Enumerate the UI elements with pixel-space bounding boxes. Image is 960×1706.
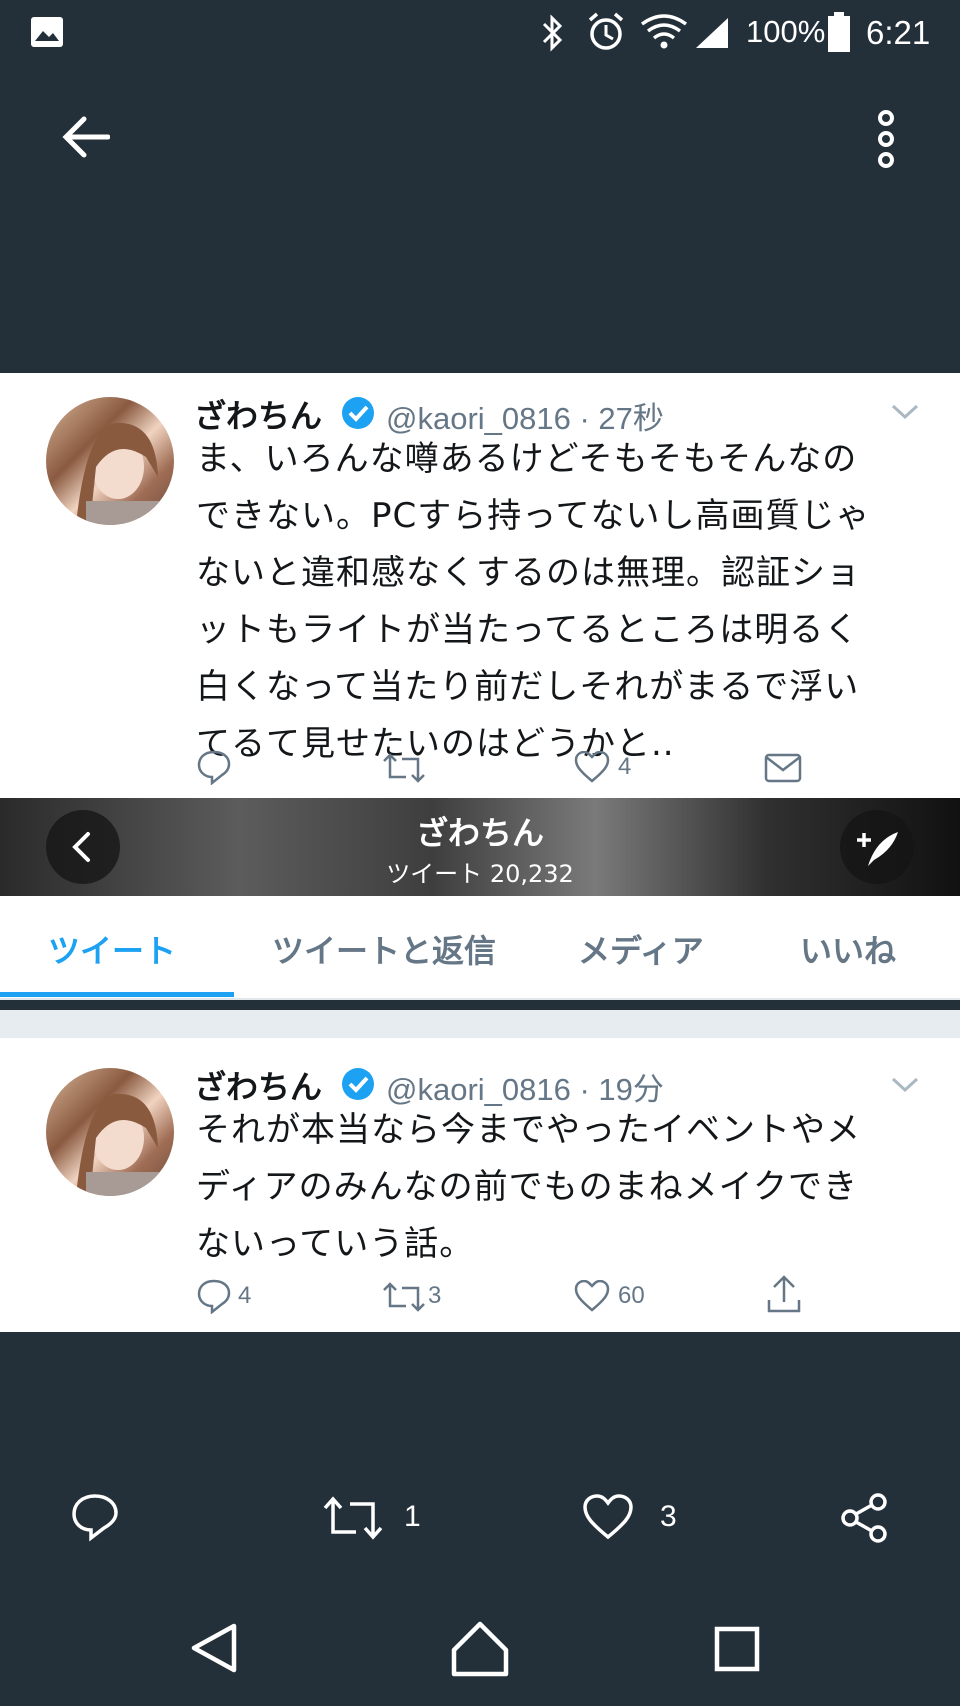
chevron-down-icon[interactable]	[890, 1076, 920, 1094]
bluetooth-icon	[540, 14, 566, 52]
like-icon[interactable]	[574, 1280, 610, 1312]
timeline-separator	[0, 1010, 960, 1038]
more-options-icon[interactable]	[873, 110, 899, 168]
avatar[interactable]	[46, 397, 174, 525]
tab-media[interactable]: メディア	[578, 926, 704, 972]
bottom-share-icon[interactable]	[838, 1492, 890, 1544]
bottom-retweet-icon[interactable]	[322, 1496, 384, 1540]
retweet-icon[interactable]	[382, 753, 426, 783]
battery-percent: 100%	[746, 14, 826, 49]
bottom-like-count: 3	[660, 1500, 677, 1533]
alarm-icon	[586, 12, 626, 52]
tweet-text: それが本当なら今までやったイベントやメ ディアのみんなの前でものまねメイクでき …	[196, 1102, 936, 1273]
tweet-card-2[interactable]: ざわちん @kaori_0816 · 19分 それが本当なら今までやったイベント…	[0, 1038, 960, 1332]
like-icon[interactable]	[574, 751, 610, 783]
reply-icon[interactable]	[196, 749, 232, 785]
battery-icon	[826, 12, 852, 52]
share-icon[interactable]	[766, 1274, 802, 1314]
nav-recents-button[interactable]	[714, 1626, 760, 1672]
retweet-count: 3	[428, 1282, 442, 1309]
tweet-line: ディアのみんなの前でものまねメイクでき	[196, 1167, 858, 1207]
clock: 6:21	[866, 14, 931, 51]
avatar[interactable]	[46, 1068, 174, 1196]
profile-tabs: ツイート ツイートと返信 メディア いいね	[0, 896, 960, 1000]
bottom-reply-icon[interactable]	[70, 1492, 120, 1542]
profile-header: ざわちん ツイート 20,232	[0, 798, 960, 896]
tweet-line: ないと違和感なくするのは無理。認証ショ	[196, 553, 861, 593]
signal-icon	[694, 16, 730, 50]
wifi-icon	[640, 14, 688, 50]
profile-name: ざわちん	[415, 814, 544, 852]
like-count: 4	[618, 753, 632, 780]
tweet-line: ットもライトが当たってるところは明るく	[196, 610, 860, 650]
chevron-down-icon[interactable]	[890, 403, 920, 421]
tweet-line: 白くなって当たり前だしそれがまるで浮い	[196, 667, 860, 707]
bottom-retweet-count: 1	[404, 1500, 421, 1533]
reply-count: 4	[238, 1282, 252, 1309]
tab-tweets-and-replies[interactable]: ツイートと返信	[272, 926, 496, 972]
profile-tweet-count: ツイート 20,232	[386, 860, 574, 888]
tweet-line: ま、いろんな噂あるけどそもそもそんなの	[196, 439, 858, 479]
tweet-line: できない。PCすら持ってないし高画質じゃ	[196, 496, 871, 536]
back-arrow-button[interactable]	[60, 115, 110, 159]
tab-tweets[interactable]: ツイート	[48, 926, 176, 972]
bottom-like-icon[interactable]	[582, 1494, 634, 1540]
reply-icon[interactable]	[196, 1278, 232, 1314]
tab-likes[interactable]: いいね	[800, 926, 896, 972]
active-tab-indicator	[0, 992, 234, 997]
nav-home-button[interactable]	[450, 1620, 510, 1678]
compose-tweet-button[interactable]	[840, 810, 914, 884]
direct-message-icon[interactable]	[764, 753, 802, 783]
nav-back-button[interactable]	[188, 1622, 240, 1674]
status-bar: 100% 6:21	[0, 0, 960, 70]
retweet-icon[interactable]	[382, 1282, 426, 1312]
tweet-line: てるて見せたいのはどうかと..	[196, 724, 675, 764]
like-count: 60	[618, 1282, 645, 1309]
tweet-line: それが本当なら今までやったイベントやメ	[196, 1110, 861, 1150]
gallery-notification-icon	[30, 16, 64, 48]
tweet-text: ま、いろんな噂あるけどそもそもそんなの できない。PCすら持ってないし高画質じゃ…	[196, 431, 936, 773]
tweet-line: ないっていう話。	[196, 1224, 475, 1264]
verified-badge-icon	[340, 395, 376, 431]
verified-badge-icon	[340, 1066, 376, 1102]
tweet-card-1[interactable]: ざわちん @kaori_0816 · 27秒 ま、いろんな噂あるけどそもそもそん…	[0, 373, 960, 798]
